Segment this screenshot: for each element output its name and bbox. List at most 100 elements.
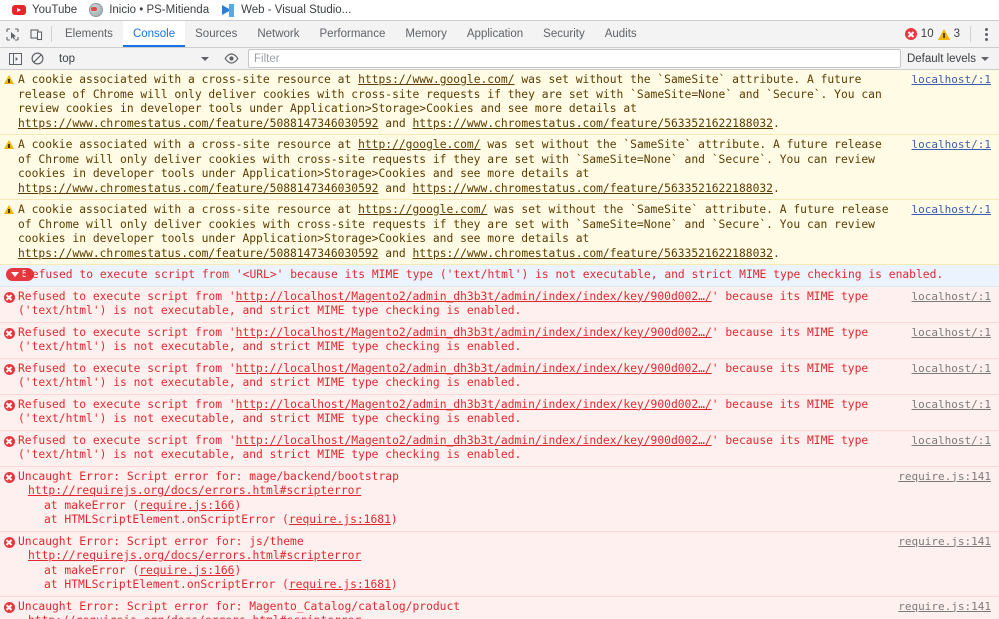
message-text: Refused to execute script from 'http://l… xyxy=(18,434,902,463)
message-link[interactable]: require.js:1681 xyxy=(289,513,391,526)
error-icon xyxy=(4,472,15,483)
message-source-link[interactable]: require.js:141 xyxy=(894,535,999,548)
message-icon xyxy=(0,434,18,447)
console-filter-input[interactable] xyxy=(248,49,901,68)
tab-label: Elements xyxy=(65,28,113,40)
tab-security[interactable]: Security xyxy=(533,21,595,47)
device-toolbar-icon[interactable] xyxy=(24,21,48,47)
message-text-run: . xyxy=(773,117,780,130)
message-source-link[interactable]: require.js:141 xyxy=(894,600,999,613)
message-icon xyxy=(0,470,18,483)
tab-label: Console xyxy=(133,28,175,40)
execution-context-selector[interactable]: top xyxy=(55,50,213,68)
console-sidebar-icon[interactable] xyxy=(4,49,26,69)
message-text-run: Refused to execute script from ' xyxy=(18,326,236,339)
bookmark-item[interactable]: Web - Visual Studio... xyxy=(215,1,357,19)
console-message-error[interactable]: Refused to execute script from 'http://l… xyxy=(0,359,999,395)
message-icon xyxy=(0,362,18,375)
message-source-link[interactable]: localhost/:1 xyxy=(908,434,999,447)
message-link[interactable]: https://www.chromestatus.com/feature/508… xyxy=(18,117,378,130)
console-message-error[interactable]: Refused to execute script from 'http://l… xyxy=(0,395,999,431)
message-link[interactable]: http://localhost/Magento2/admin_dh3b3t/a… xyxy=(236,434,712,447)
message-link[interactable]: https://www.chromestatus.com/feature/563… xyxy=(413,247,773,260)
message-link[interactable]: https://www.chromestatus.com/feature/508… xyxy=(18,182,378,195)
tab-label: Network xyxy=(257,28,299,40)
console-message-warning[interactable]: A cookie associated with a cross-site re… xyxy=(0,135,999,200)
error-icon xyxy=(4,364,15,375)
console-message-error[interactable]: Uncaught Error: Script error for: js/the… xyxy=(0,532,999,597)
message-link[interactable]: http://localhost/Magento2/admin_dh3b3t/a… xyxy=(236,326,712,339)
console-message-error[interactable]: Uncaught Error: Script error for: Magent… xyxy=(0,597,999,619)
message-link[interactable]: http://requirejs.org/docs/errors.html#sc… xyxy=(28,484,361,497)
error-count-badge[interactable]: 10 xyxy=(905,28,934,40)
log-levels-selector[interactable]: Default levels xyxy=(907,53,995,65)
message-text-run: ) xyxy=(391,578,398,591)
toolbar-separator xyxy=(51,26,52,42)
message-text: Refused to execute script from 'http://l… xyxy=(18,362,902,391)
console-message-list[interactable]: A cookie associated with a cross-site re… xyxy=(0,70,999,619)
message-text-run: Refused to execute script from ' xyxy=(18,290,236,303)
message-body: Refused to execute script from '<URL>' b… xyxy=(25,268,987,283)
message-link[interactable]: http://requirejs.org/docs/errors.html#sc… xyxy=(28,549,361,562)
error-icon xyxy=(4,537,15,548)
message-link[interactable]: require.js:166 xyxy=(139,564,234,577)
message-link[interactable]: http://localhost/Magento2/admin_dh3b3t/a… xyxy=(236,398,712,411)
devtools-tab-strip: Elements Console Sources Network Performance… xyxy=(0,20,999,48)
message-link[interactable]: https://www.chromestatus.com/feature/563… xyxy=(413,182,773,195)
console-message-error[interactable]: Refused to execute script from 'http://l… xyxy=(0,287,999,323)
message-link[interactable]: http://localhost/Magento2/admin_dh3b3t/a… xyxy=(236,290,712,303)
message-link[interactable]: https://google.com/ xyxy=(358,203,487,216)
message-body: Refused to execute script from 'http://l… xyxy=(18,290,908,319)
message-source-link[interactable]: localhost/:1 xyxy=(908,326,999,339)
tab-network[interactable]: Network xyxy=(247,21,309,47)
tab-audits[interactable]: Audits xyxy=(595,21,647,47)
message-source-link[interactable]: localhost/:1 xyxy=(908,362,999,375)
inspect-element-icon[interactable] xyxy=(0,21,24,47)
warning-count-badge[interactable]: 3 xyxy=(938,28,960,40)
error-icon xyxy=(4,436,15,447)
message-source-link[interactable]: localhost/:1 xyxy=(908,203,999,216)
console-message-warning[interactable]: A cookie associated with a cross-site re… xyxy=(0,200,999,265)
message-link[interactable]: https://www.chromestatus.com/feature/508… xyxy=(18,247,378,260)
devtools-status-area: 10 3 xyxy=(905,21,999,47)
message-line: at makeError (require.js:166) xyxy=(18,564,888,579)
tab-performance[interactable]: Performance xyxy=(310,21,396,47)
message-source-link[interactable]: localhost/:1 xyxy=(908,73,999,86)
message-text-run: and xyxy=(378,117,412,130)
message-icon xyxy=(0,138,18,149)
message-icon xyxy=(0,326,18,339)
console-message-error[interactable]: Refused to execute script from 'http://l… xyxy=(0,323,999,359)
message-link[interactable]: https://www.chromestatus.com/feature/563… xyxy=(413,117,773,130)
tab-memory[interactable]: Memory xyxy=(395,21,457,47)
clear-console-icon[interactable] xyxy=(26,49,48,69)
message-link[interactable]: require.js:1681 xyxy=(289,578,391,591)
bookmark-item[interactable]: YouTube xyxy=(6,1,83,19)
message-text-run: and xyxy=(378,247,412,260)
console-message-error[interactable]: Uncaught Error: Script error for: mage/b… xyxy=(0,467,999,532)
tab-console[interactable]: Console xyxy=(123,21,185,47)
message-source-link[interactable]: require.js:141 xyxy=(894,470,999,483)
message-source-link[interactable]: localhost/:1 xyxy=(908,138,999,151)
console-message-group[interactable]: 5Refused to execute script from '<URL>' … xyxy=(0,265,999,287)
message-text-run: and xyxy=(378,182,412,195)
tab-elements[interactable]: Elements xyxy=(55,21,123,47)
tab-application[interactable]: Application xyxy=(457,21,533,47)
kebab-menu-icon[interactable] xyxy=(977,28,995,41)
message-link[interactable]: http://localhost/Magento2/admin_dh3b3t/a… xyxy=(236,362,712,375)
warning-icon xyxy=(4,205,14,214)
group-badge-wrap: 5 xyxy=(0,268,25,281)
console-sidebar-glyph xyxy=(9,53,22,65)
live-expression-icon[interactable] xyxy=(220,49,242,69)
message-link[interactable]: http://google.com/ xyxy=(358,138,480,151)
tab-sources[interactable]: Sources xyxy=(185,21,247,47)
console-message-warning[interactable]: A cookie associated with a cross-site re… xyxy=(0,70,999,135)
message-source-link[interactable]: localhost/:1 xyxy=(908,398,999,411)
message-text-run: A cookie associated with a cross-site re… xyxy=(18,138,358,151)
console-message-error[interactable]: Refused to execute script from 'http://l… xyxy=(0,431,999,467)
bookmark-item[interactable]: Inicio • PS-Mitienda xyxy=(83,1,215,19)
message-body: Refused to execute script from 'http://l… xyxy=(18,362,908,391)
message-text: Refused to execute script from '<URL>' b… xyxy=(25,268,981,283)
message-source-link[interactable]: localhost/:1 xyxy=(908,290,999,303)
message-link[interactable]: https://www.google.com/ xyxy=(358,73,514,86)
message-link[interactable]: require.js:166 xyxy=(139,499,234,512)
